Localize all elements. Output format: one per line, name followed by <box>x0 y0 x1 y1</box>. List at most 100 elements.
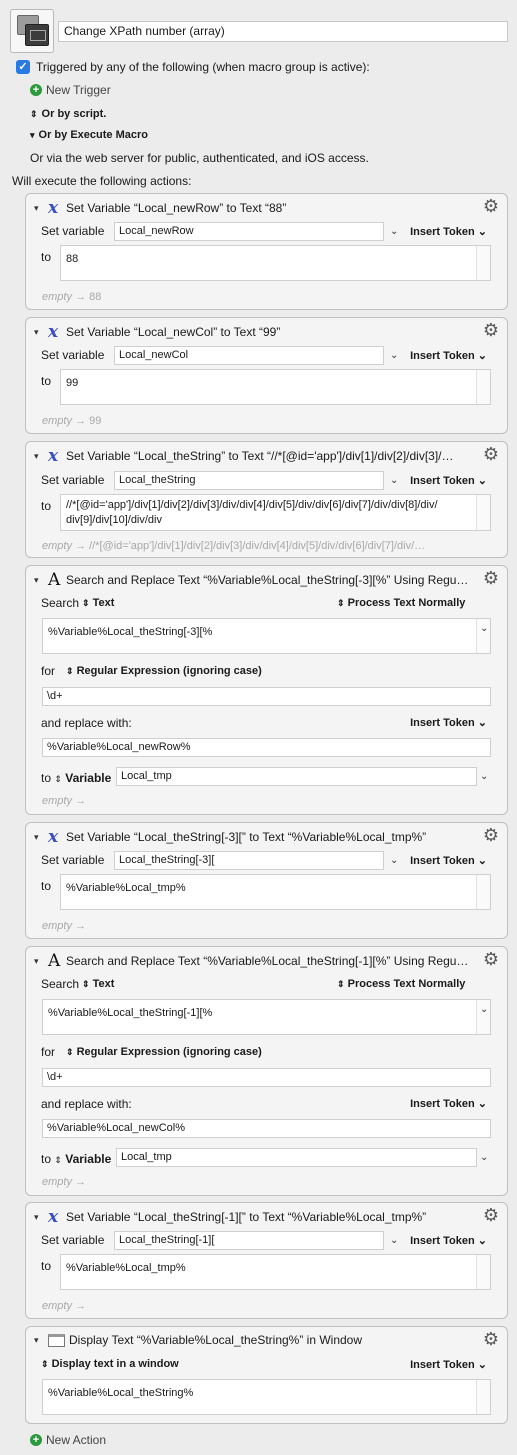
insert-token-button[interactable]: Insert Token ⌄ <box>410 1234 487 1247</box>
process-text-popup[interactable]: ⇕ Process Text Normally <box>337 978 465 990</box>
new-trigger-label: New Trigger <box>46 83 111 97</box>
insert-token-button[interactable]: Insert Token ⌄ <box>410 1358 487 1371</box>
to-label: to <box>41 771 52 785</box>
destination-variable-input[interactable]: Local_tmp <box>116 1148 477 1167</box>
gear-icon[interactable]: ⚙ <box>483 445 499 463</box>
action-set-variable-4[interactable]: ▾ x Set Variable “Local_theString[-3][” to… <box>25 822 508 939</box>
chevron-down-icon[interactable]: ▾ <box>34 327 44 338</box>
text-value: %Variable%Local_tmp% <box>66 1262 186 1274</box>
replace-input[interactable]: %Variable%Local_newRow% <box>42 738 491 757</box>
insert-token-label: Insert Token <box>410 717 475 729</box>
variable-name-input[interactable]: Local_newRow <box>114 222 384 241</box>
or-by-execute-disclosure[interactable]: ▾ Or by Execute Macro <box>30 129 148 141</box>
gear-icon[interactable]: ⚙ <box>483 1206 499 1224</box>
chevron-down-icon[interactable]: ⌄ <box>390 226 398 237</box>
display-text-area[interactable]: %Variable%Local_theString% <box>42 1379 491 1415</box>
regex-mode-popup[interactable]: ⇕ Regular Expression (ignoring case) <box>66 665 262 677</box>
gear-icon[interactable]: ⚙ <box>483 321 499 339</box>
destination-popup[interactable]: to ⇕ Variable <box>41 1152 111 1166</box>
text-value-area[interactable]: %Variable%Local_tmp% <box>60 1254 491 1290</box>
checkbox-checked-icon[interactable]: ✓ <box>16 60 30 74</box>
chevron-down-icon[interactable]: ⌄ <box>390 475 398 486</box>
macro-icon[interactable] <box>10 9 54 53</box>
or-by-script-disclosure[interactable]: ⇕ Or by script. <box>30 108 106 120</box>
variable-name-input[interactable]: Local_theString <box>114 471 384 490</box>
variable-name-input[interactable]: Local_theString[-1][ <box>114 1231 384 1250</box>
variable-name-input[interactable]: Local_newCol <box>114 346 384 365</box>
gear-icon[interactable]: ⚙ <box>483 569 499 587</box>
process-text-label: Process Text Normally <box>347 978 466 990</box>
insert-token-label: Insert Token <box>410 855 475 867</box>
insert-token-label: Insert Token <box>410 350 475 362</box>
result-preview: empty → //*[@id='app']/div[1]/div[2]/div… <box>42 540 426 552</box>
regex-mode-popup[interactable]: ⇕ Regular Expression (ignoring case) <box>66 1046 262 1058</box>
chevron-down-icon[interactable]: ▾ <box>34 203 44 214</box>
search-text-area[interactable]: %Variable%Local_theString[-1][% <box>42 999 491 1035</box>
insert-token-button[interactable]: Insert Token ⌄ <box>410 474 487 487</box>
insert-token-button[interactable]: Insert Token ⌄ <box>410 1097 487 1110</box>
chevron-down-icon[interactable]: ⌄ <box>480 1004 488 1015</box>
action-display-text[interactable]: ▾ Display Text “%Variable%Local_theString… <box>25 1326 508 1424</box>
to-label: to <box>41 1259 52 1273</box>
chevron-down-icon[interactable]: ▾ <box>34 956 44 967</box>
chevron-down-icon: ▾ <box>30 129 35 140</box>
insert-token-label: Insert Token <box>410 1098 475 1110</box>
chevron-down-icon[interactable]: ⌄ <box>390 1235 398 1246</box>
insert-token-button[interactable]: Insert Token ⌄ <box>410 716 487 729</box>
chevron-down-icon[interactable]: ⌄ <box>390 855 398 866</box>
insert-token-label: Insert Token <box>410 226 475 238</box>
chevron-down-icon[interactable]: ⌄ <box>480 771 488 782</box>
chevron-down-icon[interactable]: ⌄ <box>480 1152 488 1163</box>
new-trigger-button[interactable]: + New Trigger <box>30 83 111 97</box>
result-preview: empty → 88 <box>42 291 102 303</box>
action-set-variable-5[interactable]: ▾ x Set Variable “Local_theString[-1][” to… <box>25 1202 508 1319</box>
variable-label: Variable <box>65 1152 112 1166</box>
search-source-popup[interactable]: ⇕ Text <box>82 597 114 609</box>
regex-pattern-input[interactable]: \d+ <box>42 1068 491 1087</box>
chevron-down-icon[interactable]: ▾ <box>34 575 44 586</box>
destination-variable-input[interactable]: Local_tmp <box>116 767 477 786</box>
chevron-down-icon[interactable]: ▾ <box>34 1212 44 1223</box>
variable-name-input[interactable]: Local_theString[-3][ <box>114 851 384 870</box>
result-preview: empty → 99 <box>42 415 102 427</box>
chevron-down-icon[interactable]: ▾ <box>34 832 44 843</box>
text-value-area[interactable]: 99 <box>60 369 491 405</box>
variable-x-icon: x <box>48 1209 59 1225</box>
search-text-area[interactable]: %Variable%Local_theString[-3][% <box>42 618 491 654</box>
insert-token-button[interactable]: Insert Token ⌄ <box>410 225 487 238</box>
gear-icon[interactable]: ⚙ <box>483 950 499 968</box>
new-action-button[interactable]: + New Action <box>30 1433 106 1447</box>
chevron-down-icon[interactable]: ▾ <box>34 1335 44 1346</box>
text-value-area[interactable]: //*[@id='app']/div[1]/div[2]/div[3]/div/… <box>60 494 491 531</box>
action-search-replace-1[interactable]: ▾ A Search and Replace Text “%Variable%Loc… <box>25 565 508 815</box>
text-a-icon: A <box>48 953 61 969</box>
action-title: Set Variable “Local_theString[-3][” to T… <box>66 830 427 844</box>
chevron-down-icon[interactable]: ▾ <box>34 451 44 462</box>
action-set-variable-1[interactable]: ▾ x Set Variable “Local_newRow” to Text “8… <box>25 193 508 310</box>
action-set-variable-3[interactable]: ▾ x Set Variable “Local_theString” to Text… <box>25 441 508 558</box>
text-value-area[interactable]: %Variable%Local_tmp% <box>60 874 491 910</box>
replace-input[interactable]: %Variable%Local_newCol% <box>42 1119 491 1138</box>
process-text-popup[interactable]: ⇕ Process Text Normally <box>337 597 465 609</box>
replace-with-label: and replace with: <box>41 1097 132 1111</box>
gear-icon[interactable]: ⚙ <box>483 197 499 215</box>
regex-pattern-input[interactable]: \d+ <box>42 687 491 706</box>
action-set-variable-2[interactable]: ▾ x Set Variable “Local_newCol” to Text “9… <box>25 317 508 434</box>
text-value-area[interactable]: 88 <box>60 245 491 281</box>
chevron-down-icon[interactable]: ⌄ <box>480 623 488 634</box>
set-variable-label: Set variable <box>41 1233 105 1247</box>
destination-popup[interactable]: to ⇕ Variable <box>41 771 111 785</box>
variable-x-icon: x <box>48 829 59 845</box>
trigger-toggle[interactable]: ✓ Triggered by any of the following (whe… <box>16 60 370 74</box>
insert-token-label: Insert Token <box>410 475 475 487</box>
insert-token-button[interactable]: Insert Token ⌄ <box>410 349 487 362</box>
search-source-popup[interactable]: ⇕ Text <box>82 978 114 990</box>
gear-icon[interactable]: ⚙ <box>483 1330 499 1348</box>
to-label: to <box>41 879 52 893</box>
action-search-replace-2[interactable]: ▾ A Search and Replace Text “%Variable%Loc… <box>25 946 508 1196</box>
display-mode-popup[interactable]: ⇕ Display text in a window <box>41 1358 179 1370</box>
insert-token-button[interactable]: Insert Token ⌄ <box>410 854 487 867</box>
gear-icon[interactable]: ⚙ <box>483 826 499 844</box>
macro-name-field[interactable]: Change XPath number (array) <box>58 21 508 42</box>
chevron-down-icon[interactable]: ⌄ <box>390 350 398 361</box>
